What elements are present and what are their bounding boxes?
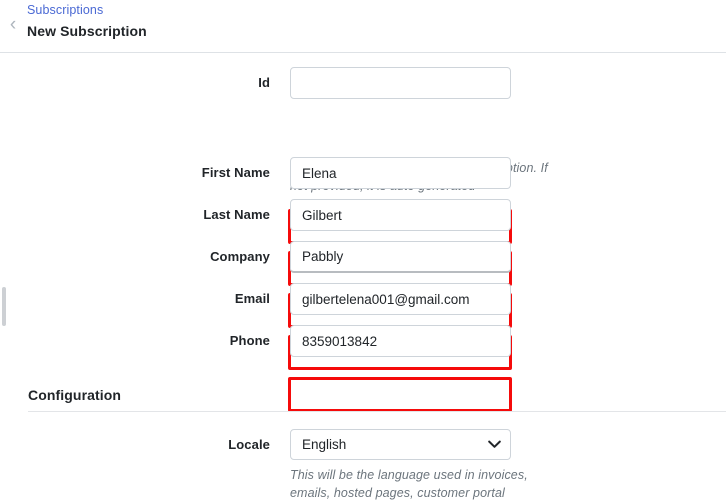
email-input[interactable] (290, 283, 511, 315)
input-wrap-company (290, 241, 511, 273)
label-id: Id (258, 75, 270, 90)
label-company: Company (210, 249, 270, 264)
label-email: Email (234, 291, 270, 306)
locale-select[interactable]: English (290, 429, 511, 460)
label-phone: Phone (229, 333, 270, 348)
configuration-section-title: Configuration (28, 387, 122, 403)
page-title: New Subscription (27, 23, 147, 39)
input-wrap-last-name (290, 199, 511, 231)
breadcrumb-subscriptions-link[interactable]: Subscriptions (27, 3, 103, 18)
locale-select-wrap: English (290, 429, 511, 460)
input-wrap-first-name (290, 157, 511, 189)
page-header: ‹ Subscriptions New Subscription (0, 0, 726, 53)
phone-input[interactable] (290, 325, 511, 357)
company-input[interactable] (290, 241, 511, 273)
label-first-name: First Name (201, 165, 270, 180)
input-wrap-phone (290, 325, 511, 357)
header-divider (0, 52, 726, 53)
id-input[interactable] (290, 67, 511, 99)
input-wrap-email (290, 283, 511, 315)
highlight-box-phone (288, 377, 512, 412)
label-locale: Locale (228, 437, 270, 452)
label-last-name: Last Name (203, 207, 270, 222)
sidebar-collapse-handle[interactable] (2, 287, 6, 326)
new-subscription-page: ‹ Subscriptions New Subscription Id Id u… (0, 0, 726, 500)
helper-text-locale: This will be the language used in invoic… (290, 468, 528, 500)
configuration-divider (28, 411, 726, 412)
last-name-input[interactable] (290, 199, 511, 231)
chevron-left-icon[interactable]: ‹ (4, 14, 22, 34)
first-name-input[interactable] (290, 157, 511, 189)
input-wrap-id (290, 67, 511, 99)
